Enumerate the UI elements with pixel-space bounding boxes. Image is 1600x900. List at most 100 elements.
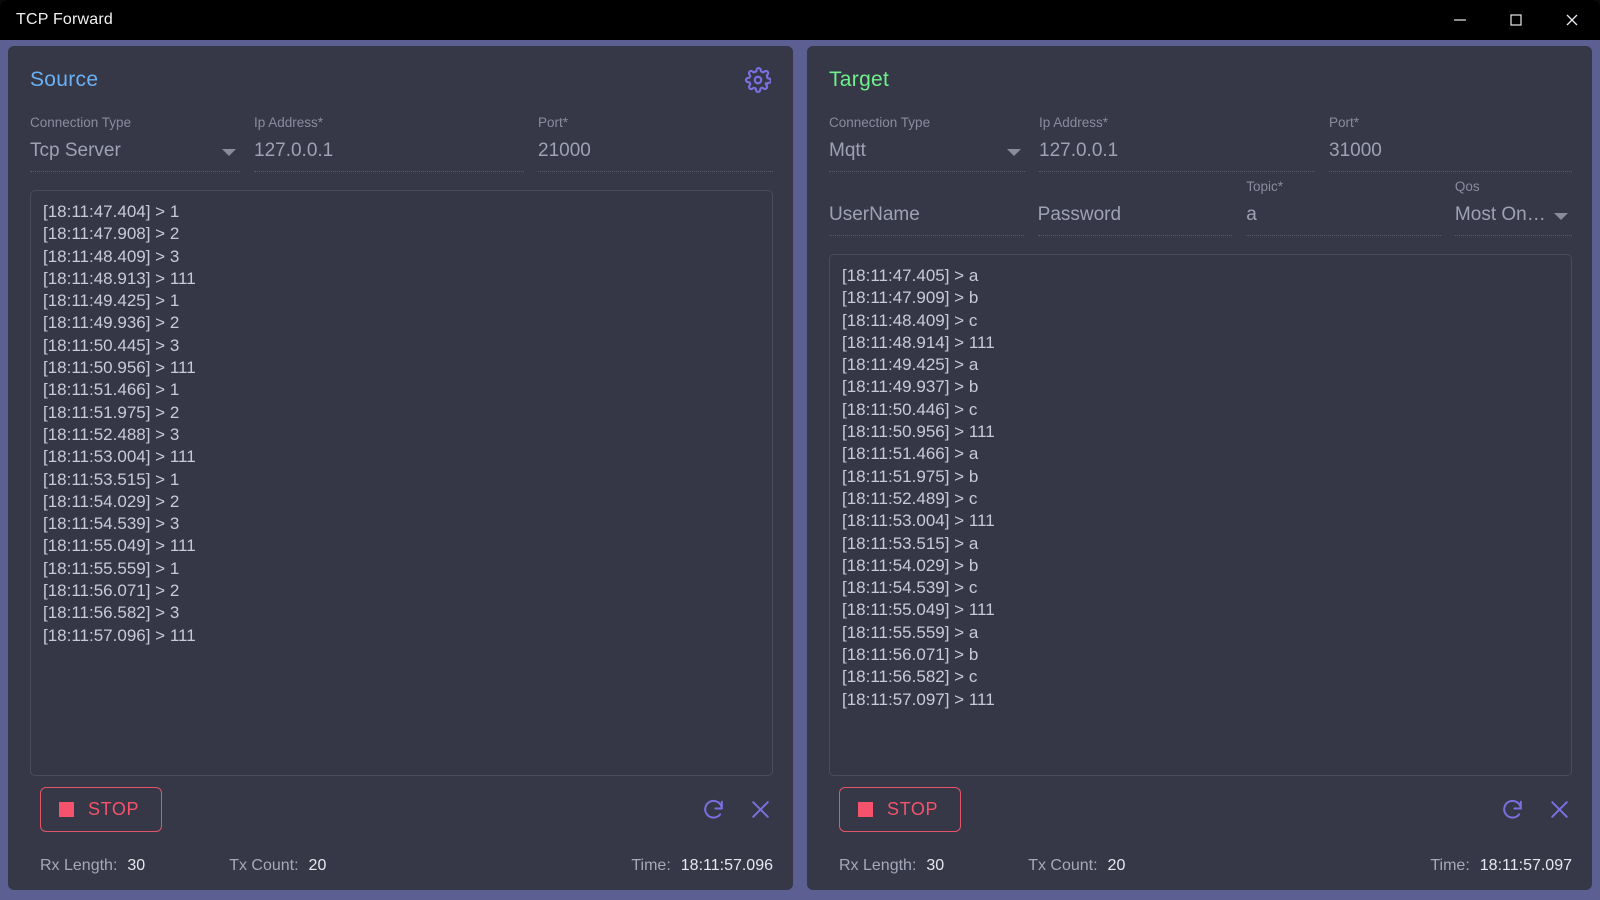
log-line: [18:11:53.515] > 1 [43,469,180,489]
log-line: [18:11:48.409] > 3 [43,246,180,266]
chevron-down-icon [222,149,236,156]
log-line: [18:11:47.404] > 1 [43,202,180,221]
source-tool-icons [701,797,773,822]
source-form: Connection Type Tcp Server Ip Address* 1… [8,114,793,178]
log-line: [18:11:53.004] > 111 [43,447,196,467]
log-line: [18:11:48.409] > c [842,310,978,330]
target-connection-type-label: Connection Type [829,115,931,130]
log-line: [18:11:47.405] > a [842,266,979,285]
target-time: Time: 18:11:57.097 [1430,857,1572,875]
log-line: [18:11:51.975] > 2 [43,402,180,422]
target-password-input[interactable]: Password [1037,178,1233,236]
target-tx-count: Tx Count: 20 [1028,857,1125,875]
log-line: [18:11:56.071] > b [842,645,979,665]
target-port-label: Port* [1329,115,1360,130]
close-icon[interactable] [1544,0,1600,40]
target-password-value: Password [1037,204,1122,225]
log-line: [18:11:55.049] > 111 [43,536,196,556]
source-tx-value: 20 [308,857,327,874]
source-port-input[interactable]: Port* 21000 [538,114,773,172]
log-line: [18:11:50.445] > 3 [43,335,180,355]
source-time-label: Time: [631,857,671,874]
source-title: Source [30,68,99,91]
title-bar: TCP Forward [0,0,1600,40]
target-port-value: 31000 [1329,140,1382,161]
target-rx-length: Rx Length: 30 [839,857,944,875]
target-username-input[interactable]: UserName [829,178,1024,236]
source-ip-address-label: Ip Address* [254,115,324,130]
target-form: Connection Type Mqtt Ip Address* 127.0.0… [807,114,1592,242]
source-port-value: 21000 [538,140,591,161]
target-panel-header: Target [807,46,1592,114]
refresh-icon[interactable] [701,797,726,822]
target-clear-close-icon[interactable] [1547,797,1572,822]
source-rx-value: 30 [127,857,146,874]
source-panel: Source Connection Type Tcp Server Ip Add… [8,46,793,890]
source-stop-button[interactable]: STOP [40,786,163,832]
target-qos-select[interactable]: Qos Most Once [1454,178,1572,236]
target-tx-label: Tx Count: [1028,857,1098,874]
log-line: [18:11:54.539] > c [842,578,978,598]
log-line: [18:11:52.489] > c [842,488,978,508]
source-ip-address-value: 127.0.0.1 [254,140,334,161]
gear-icon[interactable] [745,67,771,93]
target-connection-type-value: Mqtt [829,140,866,161]
log-line: [18:11:50.446] > c [842,399,978,419]
target-form-row-1: Connection Type Mqtt Ip Address* 127.0.0… [829,114,1572,172]
log-line: [18:11:54.539] > 3 [43,514,180,534]
source-form-row-1: Connection Type Tcp Server Ip Address* 1… [30,114,773,172]
source-connection-type-select[interactable]: Connection Type Tcp Server [30,114,240,172]
target-form-row-2: UserName Password Topic* a Qos Most Once [829,178,1572,236]
source-log-panel[interactable]: [18:11:47.404] > 1 [18:11:47.908] > 2 [18:… [30,190,773,776]
log-line: [18:11:49.425] > a [842,355,979,375]
target-rx-value: 30 [926,857,945,874]
target-panel: Target Connection Type Mqtt Ip Address* … [807,46,1592,890]
log-line: [18:11:49.936] > 2 [43,313,180,333]
target-log-panel[interactable]: [18:11:47.405] > a [18:11:47.909] > b [18:… [829,254,1572,776]
chevron-down-icon [1007,149,1021,156]
source-tx-label: Tx Count: [229,857,299,874]
log-line: [18:11:51.466] > 1 [43,380,180,400]
source-clear-close-icon[interactable] [748,797,773,822]
log-line: [18:11:49.425] > 1 [43,291,180,311]
refresh-icon[interactable] [1500,797,1525,822]
target-ip-address-value: 127.0.0.1 [1039,140,1119,161]
log-line: [18:11:56.582] > 3 [43,603,180,623]
source-status-bar: Rx Length: 30 Tx Count: 20 Time: 18:11:5… [8,842,793,890]
target-topic-value: a [1246,204,1257,225]
log-line: [18:11:56.071] > 2 [43,581,180,601]
target-port-input[interactable]: Port* 31000 [1329,114,1572,172]
minimize-icon[interactable] [1432,0,1488,40]
log-line: [18:11:53.004] > 111 [842,511,995,531]
log-line: [18:11:57.097] > 111 [842,689,995,709]
log-line: [18:11:53.515] > a [842,533,979,553]
stop-square-icon [59,801,74,817]
log-line: [18:11:50.956] > 111 [842,422,995,442]
log-line: [18:11:48.913] > 111 [43,268,196,288]
target-ip-address-input[interactable]: Ip Address* 127.0.0.1 [1039,114,1315,172]
source-rx-label: Rx Length: [40,857,118,874]
source-port-label: Port* [538,115,569,130]
stop-square-icon [858,801,873,817]
target-time-label: Time: [1430,857,1470,874]
source-connection-type-label: Connection Type [30,115,132,130]
target-topic-label: Topic* [1246,179,1284,194]
log-line: [18:11:47.909] > b [842,288,979,308]
target-tx-value: 20 [1107,857,1126,874]
target-stop-button[interactable]: STOP [839,786,962,832]
source-log-list: [18:11:47.404] > 1 [18:11:47.908] > 2 [18:… [43,201,760,647]
target-username-value: UserName [829,204,920,225]
target-topic-input[interactable]: Topic* a [1246,178,1441,236]
source-stop-label: STOP [88,798,140,819]
target-rx-label: Rx Length: [839,857,917,874]
source-ip-address-input[interactable]: Ip Address* 127.0.0.1 [254,114,524,172]
target-status-bar: Rx Length: 30 Tx Count: 20 Time: 18:11:5… [807,842,1592,890]
source-time: Time: 18:11:57.096 [631,857,773,875]
target-tool-icons [1500,797,1572,822]
source-tx-count: Tx Count: 20 [229,857,326,875]
target-connection-type-select[interactable]: Connection Type Mqtt [829,114,1025,172]
maximize-icon[interactable] [1488,0,1544,40]
log-line: [18:11:54.029] > b [842,555,979,575]
log-line: [18:11:48.914] > 111 [842,332,995,352]
window-controls [1432,0,1600,40]
